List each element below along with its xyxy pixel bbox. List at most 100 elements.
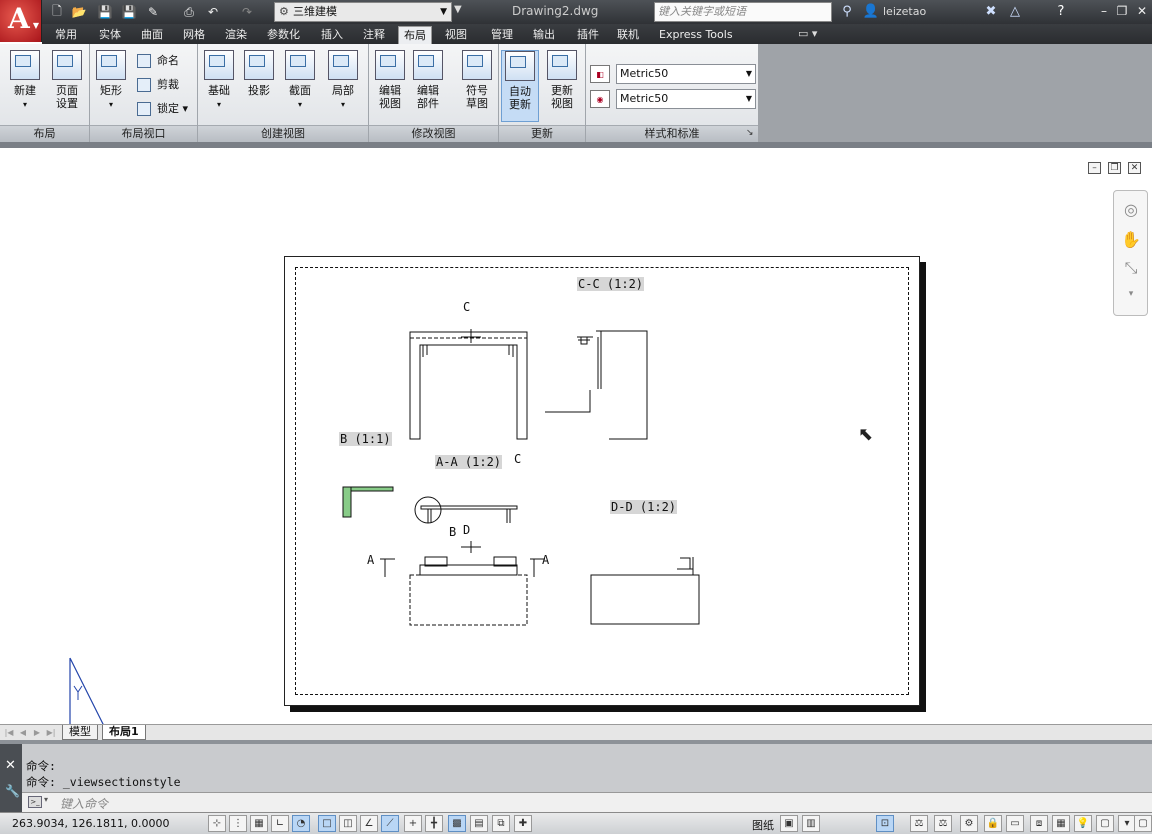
user-name[interactable]: leizetao <box>883 5 926 18</box>
steering-wheel-icon[interactable]: ◎ <box>1120 199 1142 221</box>
tab-model[interactable]: 模型 <box>62 725 98 740</box>
help-icon[interactable]: ? <box>1052 3 1070 21</box>
doc-minimize-icon[interactable]: – <box>1088 162 1101 174</box>
new-file-icon[interactable]: 🗋 <box>48 3 66 21</box>
annotation-scale-icon[interactable]: ⚖ <box>910 815 928 832</box>
section-style-icon[interactable]: ◧ <box>590 65 610 83</box>
close-icon[interactable]: ✕ <box>1134 3 1150 19</box>
detail-style-select[interactable]: Metric50 ▼ <box>616 89 756 109</box>
tab-mesh[interactable]: 网格 <box>178 26 210 44</box>
autodesk-icon[interactable]: △ <box>1006 3 1024 21</box>
command-prompt-icon[interactable]: >_ <box>28 796 42 808</box>
redo-icon[interactable]: ↷ <box>238 3 256 21</box>
infer-constraints-icon[interactable]: ⊹ <box>208 815 226 832</box>
tab-layout[interactable]: 布局 <box>398 26 432 44</box>
section-style-select[interactable]: Metric50 ▼ <box>616 64 756 84</box>
minimize-icon[interactable]: – <box>1096 3 1112 19</box>
tab-plugins[interactable]: 插件 <box>572 26 604 44</box>
exchange-icon[interactable]: ✖ <box>982 3 1000 21</box>
tab-surface[interactable]: 曲面 <box>136 26 168 44</box>
annotation-visibility-icon[interactable]: ⚖ <box>934 815 952 832</box>
qat-customize-icon[interactable]: ▼ <box>454 4 462 15</box>
snap-icon[interactable]: ⋮ <box>229 815 247 832</box>
next-tab-icon[interactable]: ▶ <box>32 726 42 739</box>
workspace-gear-icon[interactable]: ⚙ <box>960 815 978 832</box>
chevron-down-icon[interactable]: ▾ <box>1120 283 1142 305</box>
tab-view[interactable]: 视图 <box>440 26 472 44</box>
quick-view-drawings-icon[interactable]: ▥ <box>802 815 820 832</box>
tab-output[interactable]: 输出 <box>528 26 560 44</box>
rectangular-viewport-button[interactable]: 矩形 ▾ <box>93 50 129 110</box>
maximize-viewport-icon[interactable]: ⊡ <box>876 815 894 832</box>
save-as-icon[interactable]: 💾 <box>120 3 138 21</box>
isolate-objects-icon[interactable]: ⧈ <box>1030 815 1048 832</box>
zoom-extents-icon[interactable]: ⤡ <box>1120 257 1142 279</box>
transparency-icon[interactable]: ▩ <box>448 815 466 832</box>
tab-manage[interactable]: 管理 <box>486 26 518 44</box>
tab-solid[interactable]: 实体 <box>94 26 126 44</box>
open-file-icon[interactable]: 📂 <box>70 3 88 21</box>
tab-online[interactable]: 联机 <box>612 26 644 44</box>
undo-icon[interactable]: ↶ <box>204 3 222 21</box>
user-icon[interactable]: 👤 <box>862 3 880 21</box>
tab-insert[interactable]: 插入 <box>316 26 348 44</box>
edit-components-button[interactable]: 编辑 部件 <box>410 50 446 110</box>
hardware-acceleration-icon[interactable]: ▭ <box>1006 815 1024 832</box>
annotation-monitor-icon[interactable]: ✚ <box>514 815 532 832</box>
ducs-icon[interactable]: ⟋ <box>381 815 399 832</box>
print-icon[interactable]: ⎙ <box>180 3 198 21</box>
first-tab-icon[interactable]: |◀ <box>4 726 14 739</box>
lock-viewport-button[interactable]: 锁定 ▾ <box>137 100 188 118</box>
coordinate-readout[interactable]: 263.9034, 126.1811, 0.0000 <box>12 817 169 830</box>
detail-view-button[interactable]: 局部 ▾ <box>325 50 361 110</box>
tab-home[interactable]: 常用 <box>50 26 82 44</box>
application-menu-button[interactable]: A ▼ <box>0 0 42 42</box>
tab-annotate[interactable]: 注释 <box>358 26 390 44</box>
polar-icon[interactable]: ◔ <box>292 815 310 832</box>
section-view-button[interactable]: 截面 ▾ <box>282 50 318 110</box>
osnap-icon[interactable]: □ <box>318 815 336 832</box>
page-setup-button[interactable]: 页面 设置 <box>49 50 85 110</box>
publish-icon[interactable]: ✎ <box>144 3 162 21</box>
otrack-icon[interactable]: ∠ <box>360 815 378 832</box>
chevron-down-icon[interactable]: ▾ <box>44 795 48 804</box>
paper-space-toggle[interactable]: 图纸 <box>752 817 774 833</box>
detail-style-icon[interactable]: ◉ <box>590 90 610 108</box>
save-icon[interactable]: 💾 <box>96 3 114 21</box>
ribbon-toggle-icon[interactable]: ▭ ▾ <box>798 27 817 40</box>
workspace-selector[interactable]: ⚙ 三维建模 ▼ <box>274 2 452 22</box>
clean-screen-icon[interactable]: ▢ <box>1096 815 1114 832</box>
edit-view-button[interactable]: 编辑 视图 <box>372 50 408 110</box>
doc-restore-icon[interactable]: ❐ <box>1108 162 1121 174</box>
pan-hand-icon[interactable]: ✋ <box>1120 229 1142 251</box>
clip-viewport-button[interactable]: 剪裁 <box>137 76 179 94</box>
wrench-icon[interactable]: 🔧 <box>5 784 20 798</box>
3d-osnap-icon[interactable]: ◫ <box>339 815 357 832</box>
lock-ui-icon[interactable]: 🔒 <box>984 815 1002 832</box>
tab-parametric[interactable]: 参数化 <box>262 26 305 44</box>
prev-tab-icon[interactable]: ◀ <box>18 726 28 739</box>
lineweight-icon[interactable]: ╋ <box>425 815 443 832</box>
ortho-icon[interactable]: ∟ <box>271 815 289 832</box>
bulb-icon[interactable]: 💡 <box>1074 815 1092 832</box>
selection-cycling-icon[interactable]: ⧉ <box>492 815 510 832</box>
drawing-canvas[interactable]: – ❐ ✕ ◎ ✋ ⤡ ▾ C-C (1:2) C C B (1:1) A-A … <box>0 142 1152 736</box>
search-input[interactable]: 键入关键字或短语 <box>654 2 832 22</box>
tab-express-tools[interactable]: Express Tools <box>654 26 738 44</box>
named-viewport-button[interactable]: 命名 <box>137 52 179 70</box>
restore-icon[interactable]: ❐ <box>1114 3 1130 19</box>
grid-icon[interactable]: ▦ <box>250 815 268 832</box>
dyn-icon[interactable]: + <box>404 815 422 832</box>
layer-icon[interactable]: ▦ <box>1052 815 1070 832</box>
panel-launcher-icon[interactable]: ↘ <box>746 128 754 138</box>
update-view-button[interactable]: 更新 视图 <box>544 50 580 110</box>
doc-close-icon[interactable]: ✕ <box>1128 162 1141 174</box>
quick-view-layouts-icon[interactable]: ▣ <box>780 815 798 832</box>
projected-view-button[interactable]: 投影 <box>241 50 277 97</box>
tab-render[interactable]: 渲染 <box>220 26 252 44</box>
close-icon[interactable]: ✕ <box>5 758 16 773</box>
tab-layout1[interactable]: 布局1 <box>102 725 146 740</box>
command-input[interactable]: >_ ▾ 键入命令 <box>22 792 1152 812</box>
new-layout-button[interactable]: 新建 ▾ <box>7 50 43 110</box>
auto-update-button[interactable]: 自动 更新 <box>501 50 539 122</box>
